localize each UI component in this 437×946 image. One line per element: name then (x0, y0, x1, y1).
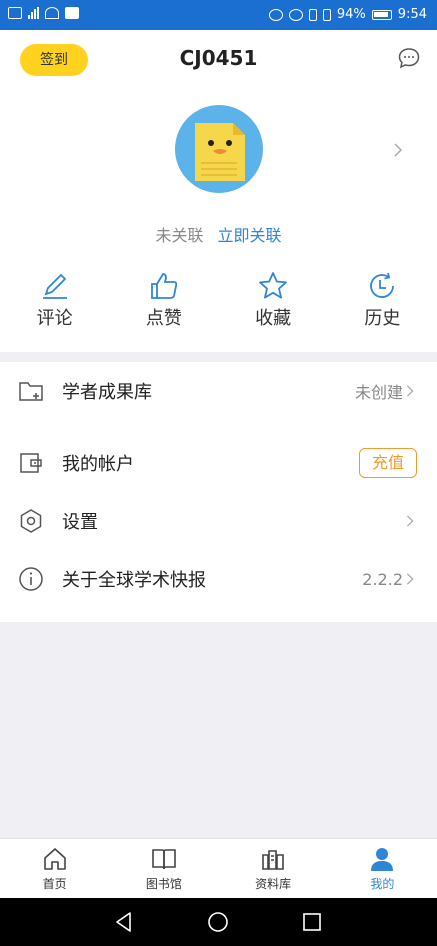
tab-archive[interactable]: 资料库 (219, 839, 328, 899)
action-comment[interactable]: 评论 (0, 270, 109, 330)
menu-item-title: 我的帐户 (62, 454, 134, 475)
info-icon (19, 567, 43, 591)
avatar-image (195, 123, 245, 181)
recents-icon[interactable] (300, 910, 324, 934)
thumbs-up-icon (150, 273, 178, 299)
recharge-button[interactable]: 充值 (359, 448, 417, 478)
chevron-right-icon (406, 573, 414, 585)
book-icon (152, 849, 176, 870)
tab-label: 图书馆 (145, 877, 182, 891)
menu-item-title: 设置 (62, 512, 98, 533)
hd-icon (8, 7, 22, 19)
tab-label: 资料库 (255, 877, 292, 891)
system-nav-bar (0, 898, 437, 946)
menu-item-about[interactable]: 关于全球学术快报 2.2.2 (0, 550, 437, 608)
action-favorite[interactable]: 收藏 (219, 270, 328, 330)
link-account-row: 未关联 立即关联 (0, 222, 437, 246)
battery-percent: 94% (336, 7, 366, 22)
star-icon (259, 272, 288, 299)
menu-item-settings[interactable]: 设置 (0, 492, 437, 550)
menu-item-value: 2.2.2 (362, 569, 403, 589)
alarm-icon (288, 8, 303, 21)
tab-library[interactable]: 图书馆 (109, 839, 218, 899)
link-status-text: 未关联 (155, 226, 204, 245)
menu-item-value: 未创建 (354, 383, 403, 402)
menu-list: 学者成果库 未创建 我的帐户 充值 设置 关于全球学术快报 2.2.2 (0, 362, 437, 622)
action-label: 收藏 (255, 308, 292, 329)
settings-icon (20, 509, 42, 533)
link-now-button[interactable]: 立即关联 (218, 226, 282, 245)
action-history[interactable]: 历史 (328, 270, 437, 330)
action-label: 评论 (36, 308, 73, 329)
eye-icon (268, 8, 283, 21)
tab-home[interactable]: 首页 (0, 839, 109, 899)
app-notification-icon (65, 7, 79, 19)
profile-header: 签到 CJ0451 未关联 立即关联 评论 点赞 收藏 历史 (0, 30, 437, 352)
signal-icon (28, 7, 39, 19)
home-button-icon[interactable] (206, 910, 230, 934)
action-label: 历史 (364, 308, 401, 329)
status-right: 94% 9:54 (268, 7, 427, 22)
action-label: 点赞 (145, 308, 182, 329)
tab-mine[interactable]: 我的 (328, 839, 437, 899)
chevron-right-icon (406, 385, 414, 397)
back-icon[interactable] (112, 910, 136, 934)
tab-label: 首页 (42, 877, 67, 891)
archive-icon (262, 850, 284, 870)
wifi-icon (45, 7, 59, 19)
page-title: CJ0451 (179, 46, 258, 70)
bottom-tab-bar: 首页 图书馆 资料库 我的 (0, 838, 437, 899)
menu-item-title: 关于全球学术快报 (62, 570, 206, 591)
avatar[interactable] (175, 105, 263, 193)
battery-icon (371, 9, 392, 20)
clock-icon (370, 272, 395, 298)
vibrate-icon (322, 8, 331, 21)
menu-item-my-account[interactable]: 我的帐户 充值 (0, 434, 437, 492)
profile-chevron-right-icon[interactable] (393, 143, 403, 157)
folder-add-icon (19, 382, 43, 401)
bluetooth-icon (308, 8, 317, 21)
wallet-icon (20, 453, 42, 473)
chat-bubble-icon[interactable] (397, 46, 421, 70)
menu-item-scholar-library[interactable]: 学者成果库 未创建 (0, 362, 437, 420)
action-like[interactable]: 点赞 (109, 270, 218, 330)
chevron-right-icon (406, 515, 414, 527)
clock-time: 9:54 (397, 7, 427, 22)
tab-label: 我的 (370, 877, 395, 891)
status-left (8, 7, 79, 19)
user-icon (371, 848, 394, 871)
quick-actions: 评论 点赞 收藏 历史 (0, 270, 437, 330)
pencil-icon (42, 273, 67, 299)
menu-item-title: 学者成果库 (62, 382, 152, 403)
status-bar: 94% 9:54 (0, 0, 437, 30)
home-icon (43, 848, 66, 870)
